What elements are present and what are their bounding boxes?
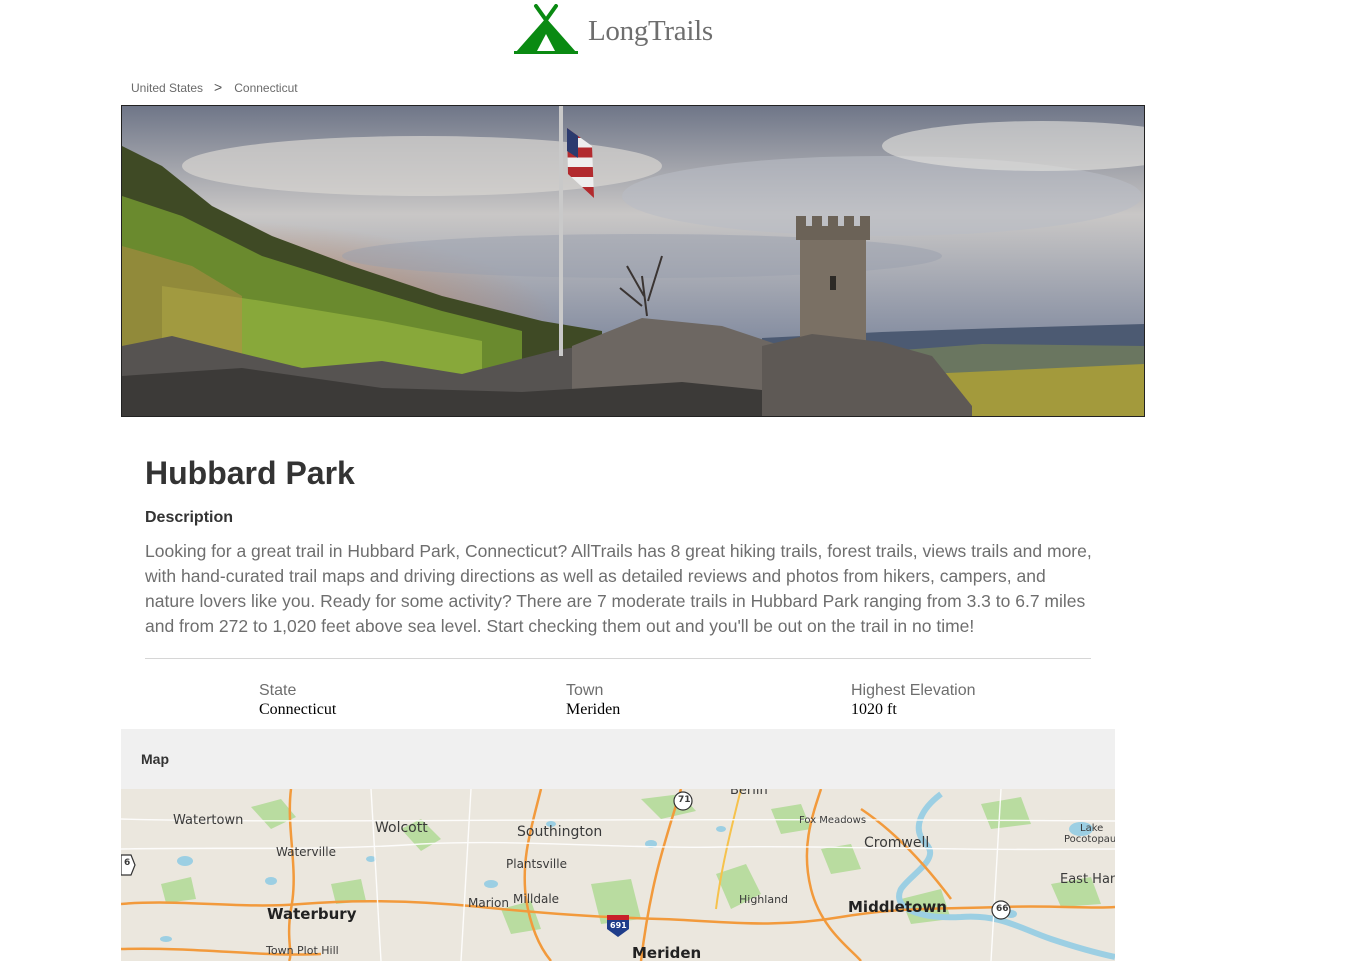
map-label-town-plot-hill: Town Plot Hill	[266, 944, 339, 957]
description-heading: Description	[145, 509, 234, 526]
stat-label: State	[259, 682, 297, 699]
page-title: Hubbard Park	[145, 455, 355, 491]
map-label-berlin: Berlin	[730, 789, 768, 798]
map-label-meriden: Meriden	[632, 944, 702, 961]
map-label-east-hampton: East Han	[1060, 872, 1115, 887]
breadcrumb-state[interactable]: Connecticut	[234, 81, 297, 95]
stat-highest-elevation: Highest Elevation 1020 ft	[851, 682, 976, 719]
brand-logo[interactable]: LongTrails	[514, 4, 713, 56]
stat-label: Town	[566, 682, 604, 699]
map-label-waterville: Waterville	[276, 845, 336, 859]
map-label-cromwell: Cromwell	[864, 835, 930, 851]
stat-label: Highest Elevation	[851, 682, 976, 699]
map-canvas	[121, 789, 1115, 961]
hero-photo	[122, 106, 1144, 416]
route-6-label: 6	[124, 858, 131, 868]
route-71-label: 71	[678, 795, 691, 805]
map-heading: Map	[141, 751, 169, 767]
hero-image	[121, 105, 1145, 417]
map-label-middletown: Middletown	[848, 898, 947, 916]
route-66-label: 66	[996, 904, 1009, 914]
breadcrumb-country[interactable]: United States	[131, 81, 203, 95]
map-label-lake-pocotopaug: Lake Pocotopau	[1064, 823, 1115, 845]
map-label-wolcott: Wolcott	[375, 820, 428, 836]
map-label-plantsville: Plantsville	[506, 857, 567, 871]
tent-icon	[514, 4, 578, 54]
map-label-watertown: Watertown	[173, 813, 244, 828]
breadcrumb: United States > Connecticut	[131, 79, 298, 96]
stat-value: Connecticut	[259, 701, 337, 718]
map-view[interactable]: Watertown Wolcott Southington Berlin Fox…	[121, 789, 1115, 961]
brand-name: LongTrails	[588, 14, 713, 47]
stat-value: 1020 ft	[851, 701, 897, 718]
stat-town: Town Meriden	[566, 682, 620, 719]
map-label-fox-meadows: Fox Meadows	[799, 815, 867, 826]
map-label-highland: Highland	[739, 893, 789, 906]
breadcrumb-separator: >	[214, 79, 223, 95]
stat-value: Meriden	[566, 701, 621, 718]
map-label-lake-line1: Lake	[1080, 823, 1104, 834]
map-label-lake-line2: Pocotopau	[1064, 834, 1115, 845]
stat-state: State Connecticut	[259, 682, 336, 719]
map-label-waterbury: Waterbury	[267, 905, 357, 923]
section-divider	[145, 658, 1091, 659]
map-label-marion: Marion	[468, 896, 509, 910]
map-section-header: Map	[121, 729, 1115, 789]
map-label-milldale: Milldale	[513, 892, 560, 906]
map-label-southington: Southington	[517, 824, 603, 840]
description-text: Looking for a great trail in Hubbard Par…	[145, 541, 1092, 636]
interstate-691-label: 691	[610, 921, 627, 930]
